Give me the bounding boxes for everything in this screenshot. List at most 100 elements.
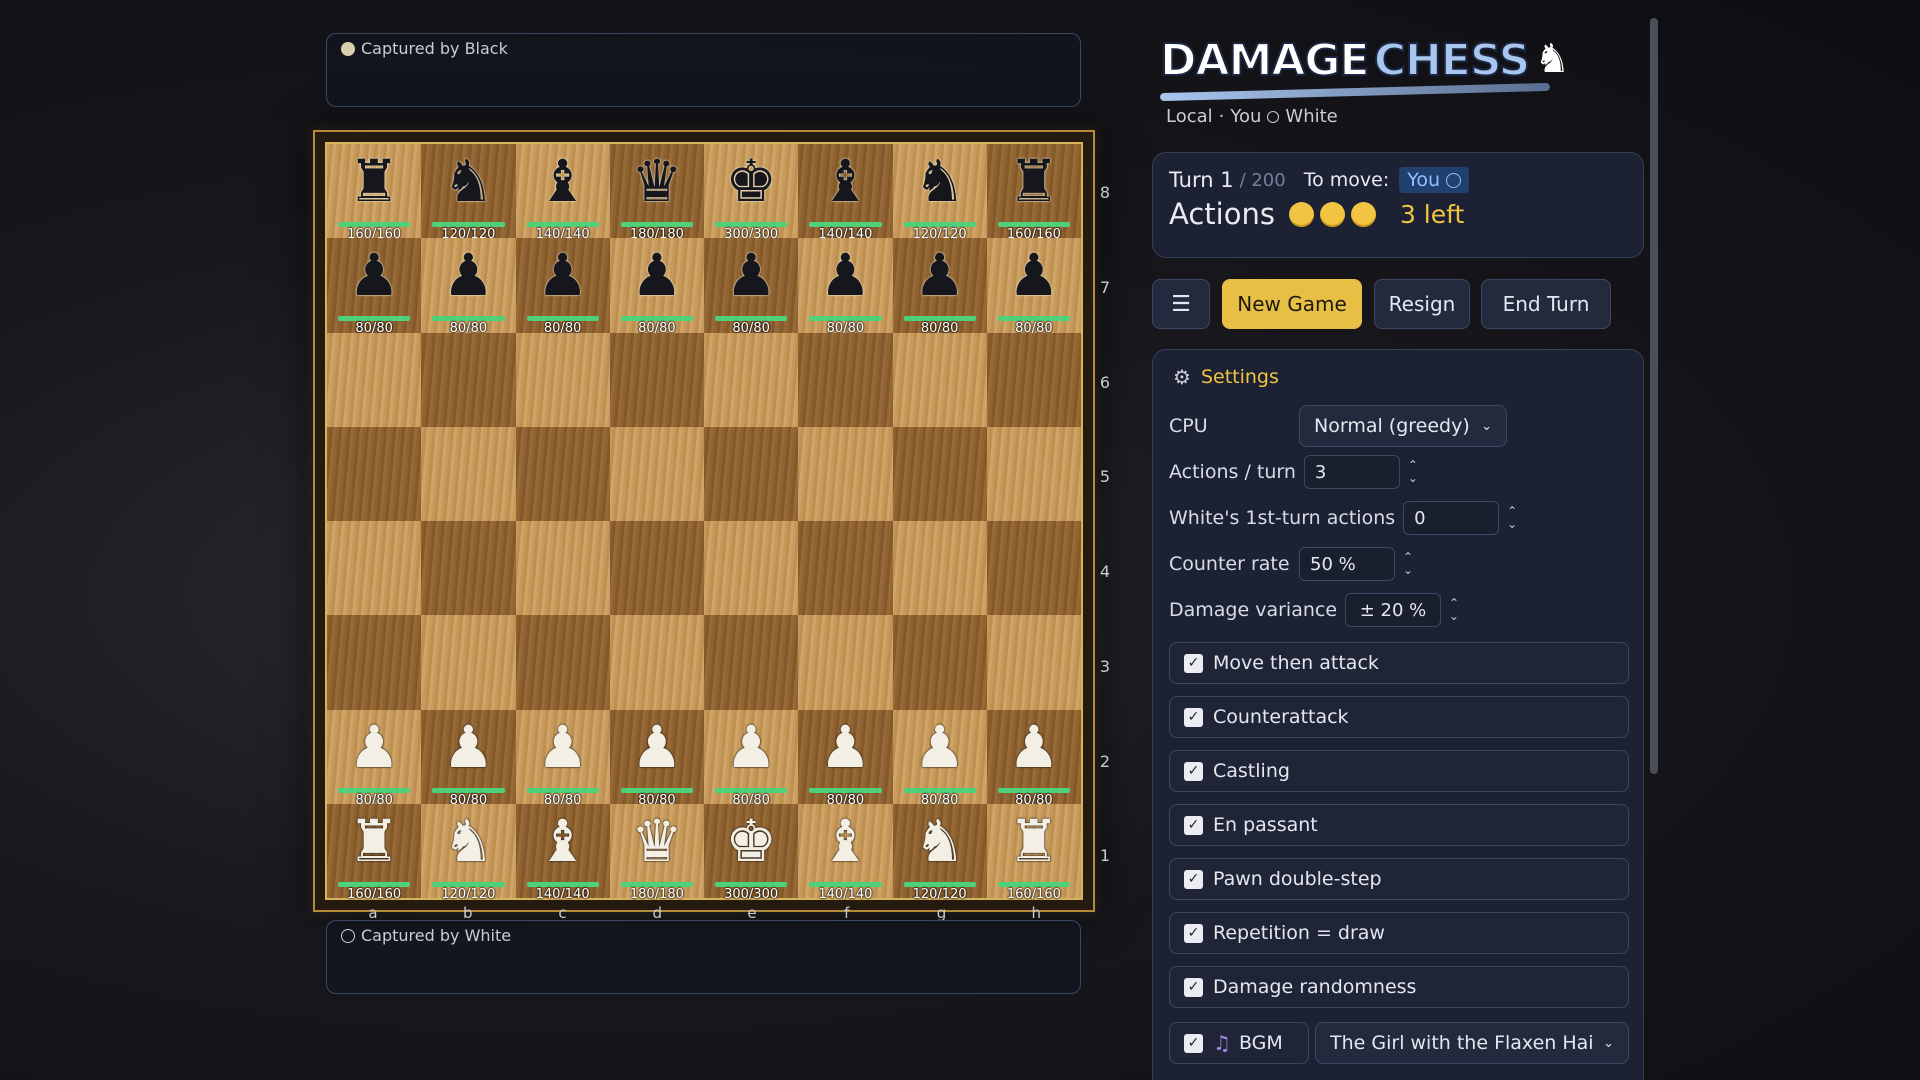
square-g5[interactable] <box>892 426 987 521</box>
square-b5[interactable] <box>421 426 516 521</box>
square-f6[interactable] <box>798 332 893 427</box>
counter-rate-stepper[interactable]: ⌃ ⌄ <box>1403 551 1413 577</box>
toggle-castling[interactable]: ✓ Castling <box>1169 750 1629 792</box>
bgm-track-select[interactable]: The Girl with the Flaxen Hai ⌄ <box>1315 1022 1629 1064</box>
white-king-piece[interactable]: ♚ <box>704 806 798 876</box>
black-pawn-piece[interactable]: ♟ <box>516 240 610 310</box>
square-e5[interactable] <box>704 426 799 521</box>
square-b1[interactable]: ♞ 120/120 <box>421 803 516 902</box>
menu-button[interactable]: ☰ <box>1152 279 1210 329</box>
checkbox[interactable]: ✓ <box>1184 761 1203 781</box>
white-pawn-piece[interactable]: ♟ <box>987 712 1081 782</box>
white-pawn-piece[interactable]: ♟ <box>798 712 892 782</box>
square-b8[interactable]: ♞ 120/120 <box>421 144 516 242</box>
white-bishop-piece[interactable]: ♝ <box>798 806 892 876</box>
checkbox[interactable]: ✓ <box>1184 923 1203 943</box>
toggle-pawn-double-step[interactable]: ✓ Pawn double-step <box>1169 858 1629 900</box>
square-h1[interactable]: ♜ 160/160 <box>986 803 1081 902</box>
toggle-counterattack[interactable]: ✓ Counterattack <box>1169 696 1629 738</box>
square-e4[interactable] <box>704 521 799 616</box>
square-f2[interactable]: ♟ 80/80 <box>798 709 893 808</box>
black-bishop-piece[interactable]: ♝ <box>798 146 892 216</box>
square-e6[interactable] <box>704 332 799 427</box>
square-d5[interactable] <box>609 426 704 521</box>
black-pawn-piece[interactable]: ♟ <box>987 240 1081 310</box>
white-knight-piece[interactable]: ♞ <box>421 806 515 876</box>
square-d6[interactable] <box>609 332 704 427</box>
square-b7[interactable]: ♟ 80/80 <box>421 238 516 336</box>
black-rook-piece[interactable]: ♜ <box>327 146 421 216</box>
scrollbar-thumb[interactable] <box>1650 18 1658 774</box>
square-b6[interactable] <box>421 332 516 427</box>
bgm-toggle[interactable]: ✓ ♫ BGM <box>1169 1022 1309 1064</box>
white-pawn-piece[interactable]: ♟ <box>421 712 515 782</box>
checkbox[interactable]: ✓ <box>1184 815 1203 835</box>
square-a5[interactable] <box>327 426 422 521</box>
square-a7[interactable]: ♟ 80/80 <box>327 238 422 336</box>
square-c7[interactable]: ♟ 80/80 <box>515 238 610 336</box>
cpu-select[interactable]: Normal (greedy) ⌄ <box>1299 405 1507 447</box>
square-g7[interactable]: ♟ 80/80 <box>892 238 987 336</box>
square-a1[interactable]: ♜ 160/160 <box>327 803 422 902</box>
square-c5[interactable] <box>515 426 610 521</box>
down-arrow-icon[interactable]: ⌄ <box>1403 564 1413 577</box>
white-pawn-piece[interactable]: ♟ <box>516 712 610 782</box>
black-pawn-piece[interactable]: ♟ <box>798 240 892 310</box>
square-f4[interactable] <box>798 521 893 616</box>
square-a6[interactable] <box>327 332 422 427</box>
square-a2[interactable]: ♟ 80/80 <box>327 709 422 808</box>
counter-rate-input[interactable]: 50 % <box>1299 547 1395 581</box>
black-pawn-piece[interactable]: ♟ <box>893 240 987 310</box>
square-g4[interactable] <box>892 521 987 616</box>
square-e8[interactable]: ♚ 300/300 <box>704 144 799 242</box>
square-g6[interactable] <box>892 332 987 427</box>
resign-button[interactable]: Resign <box>1374 279 1470 329</box>
square-c3[interactable] <box>515 615 610 710</box>
black-knight-piece[interactable]: ♞ <box>421 146 515 216</box>
square-h3[interactable] <box>986 615 1081 710</box>
square-g8[interactable]: ♞ 120/120 <box>892 144 987 242</box>
down-arrow-icon[interactable]: ⌄ <box>1507 518 1517 531</box>
square-h4[interactable] <box>986 521 1081 616</box>
white-bishop-piece[interactable]: ♝ <box>516 806 610 876</box>
square-e2[interactable]: ♟ 80/80 <box>704 709 799 808</box>
black-pawn-piece[interactable]: ♟ <box>421 240 515 310</box>
black-queen-piece[interactable]: ♛ <box>610 146 704 216</box>
white-pawn-piece[interactable]: ♟ <box>893 712 987 782</box>
square-d7[interactable]: ♟ 80/80 <box>609 238 704 336</box>
white-pawn-piece[interactable]: ♟ <box>610 712 704 782</box>
square-h8[interactable]: ♜ 160/160 <box>986 144 1081 242</box>
square-f7[interactable]: ♟ 80/80 <box>798 238 893 336</box>
bgm-checkbox[interactable]: ✓ <box>1184 1033 1203 1053</box>
black-bishop-piece[interactable]: ♝ <box>516 146 610 216</box>
black-king-piece[interactable]: ♚ <box>704 146 798 216</box>
new-game-button[interactable]: New Game <box>1222 279 1362 329</box>
square-e1[interactable]: ♚ 300/300 <box>704 803 799 902</box>
actions-per-turn-input[interactable]: 3 <box>1303 455 1400 489</box>
square-d4[interactable] <box>609 521 704 616</box>
black-knight-piece[interactable]: ♞ <box>893 146 987 216</box>
square-f3[interactable] <box>798 615 893 710</box>
square-h6[interactable] <box>986 332 1081 427</box>
square-e3[interactable] <box>704 615 799 710</box>
square-c6[interactable] <box>515 332 610 427</box>
white-rook-piece[interactable]: ♜ <box>327 806 421 876</box>
down-arrow-icon[interactable]: ⌄ <box>1408 472 1418 485</box>
down-arrow-icon[interactable]: ⌄ <box>1449 610 1459 623</box>
white-queen-piece[interactable]: ♛ <box>610 806 704 876</box>
damage-variance-stepper[interactable]: ⌃ ⌄ <box>1449 597 1459 623</box>
square-b3[interactable] <box>421 615 516 710</box>
white-first-turn-stepper[interactable]: ⌃ ⌄ <box>1507 505 1517 531</box>
toggle-repetition-draw[interactable]: ✓ Repetition = draw <box>1169 912 1629 954</box>
square-d3[interactable] <box>609 615 704 710</box>
square-h7[interactable]: ♟ 80/80 <box>986 238 1081 336</box>
square-b4[interactable] <box>421 521 516 616</box>
square-h5[interactable] <box>986 426 1081 521</box>
square-g2[interactable]: ♟ 80/80 <box>892 709 987 808</box>
square-f5[interactable] <box>798 426 893 521</box>
checkbox[interactable]: ✓ <box>1184 653 1203 673</box>
square-g3[interactable] <box>892 615 987 710</box>
actions-per-turn-stepper[interactable]: ⌃ ⌄ <box>1408 459 1418 485</box>
toggle-damage-randomness[interactable]: ✓ Damage randomness <box>1169 966 1629 1008</box>
end-turn-button[interactable]: End Turn <box>1481 279 1611 329</box>
